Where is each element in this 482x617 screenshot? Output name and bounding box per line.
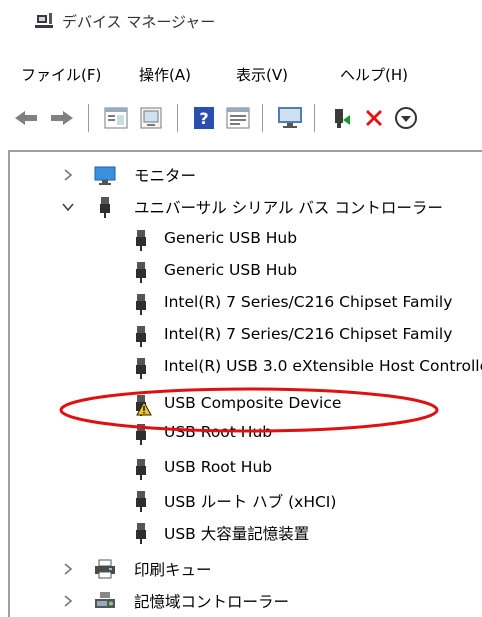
- usb-icon: [136, 294, 146, 315]
- usb-icon: [136, 358, 146, 379]
- menu-view[interactable]: 表示(V): [236, 64, 288, 85]
- usb-icon: [100, 197, 110, 218]
- tree-label: Intel(R) USB 3.0 eXtensible Host Control…: [164, 357, 482, 375]
- tree-item-device[interactable]: Intel(R) 7 Series/C216 Chipset Family: [0, 291, 482, 317]
- tree-label: USB ルート ハブ (xHCI): [164, 493, 337, 511]
- tree-label: 印刷キュー: [134, 561, 212, 579]
- uninstall-icon[interactable]: [360, 104, 388, 132]
- tree-label: USB 大容量記憶装置: [164, 525, 310, 543]
- menu-bar: ファイル(F) 操作(A) 表示(V) ヘルプ(H): [0, 60, 482, 90]
- tree-node-print-queue[interactable]: 印刷キュー: [0, 556, 482, 582]
- down-arrow-icon[interactable]: [392, 104, 420, 132]
- forward-arrow-icon[interactable]: [48, 104, 76, 132]
- tree-label: Generic USB Hub: [164, 261, 298, 279]
- tree-item-device[interactable]: USB Root Hub: [0, 456, 482, 482]
- tree-item-device[interactable]: Intel(R) USB 3.0 eXtensible Host Control…: [0, 355, 482, 381]
- tree-item-device[interactable]: Generic USB Hub: [0, 227, 482, 253]
- highlight-ellipse: [59, 387, 439, 433]
- usb-icon: [136, 523, 146, 544]
- window-title: デバイス マネージャー: [62, 13, 216, 31]
- menu-action[interactable]: 操作(A): [139, 64, 191, 85]
- printer-icon: [95, 559, 115, 579]
- device-manager-icon: [35, 13, 53, 28]
- tree-node-usb-controllers[interactable]: ユニバーサル シリアル バス コントローラー: [0, 194, 482, 220]
- monitor-scan-icon[interactable]: [276, 104, 304, 132]
- view-icon[interactable]: [224, 104, 252, 132]
- enable-device-icon[interactable]: [328, 104, 356, 132]
- menu-file[interactable]: ファイル(F): [21, 64, 101, 85]
- usb-icon: [136, 262, 146, 283]
- chevron-right-icon[interactable]: [59, 591, 77, 611]
- tree-label: USB Root Hub: [164, 458, 273, 476]
- usb-icon: [136, 459, 146, 480]
- menu-help[interactable]: ヘルプ(H): [340, 64, 408, 85]
- update-driver-icon[interactable]: [137, 104, 165, 132]
- tree-item-device[interactable]: USB 大容量記憶装置: [0, 520, 482, 546]
- tree-node-monitor[interactable]: モニター: [0, 162, 482, 188]
- chevron-right-icon[interactable]: [59, 165, 77, 185]
- tree-label: モニター: [134, 167, 197, 185]
- help-icon[interactable]: ?: [190, 104, 218, 132]
- usb-icon: [136, 230, 146, 251]
- tree-label: ユニバーサル シリアル バス コントローラー: [134, 199, 443, 217]
- tree-label: Generic USB Hub: [164, 229, 298, 247]
- tree-label: 記憶域コントローラー: [134, 593, 290, 611]
- storage-controller-icon: [95, 592, 115, 608]
- tree-item-device[interactable]: Generic USB Hub: [0, 259, 482, 285]
- tree-label: Intel(R) 7 Series/C216 Chipset Family: [164, 325, 453, 343]
- usb-icon: [136, 326, 146, 347]
- svg-text:?: ?: [199, 109, 208, 128]
- title-bar: デバイス マネージャー: [0, 0, 482, 44]
- properties-icon[interactable]: [102, 104, 130, 132]
- tree-node-storage-controllers[interactable]: 記憶域コントローラー: [0, 588, 482, 614]
- device-tree: [8, 150, 482, 617]
- toolbar: ?: [0, 96, 482, 142]
- tree-item-device[interactable]: USB ルート ハブ (xHCI): [0, 488, 482, 514]
- monitor-icon: [94, 166, 116, 185]
- chevron-right-icon[interactable]: [59, 559, 77, 579]
- usb-icon: [136, 491, 146, 512]
- tree-label: Intel(R) 7 Series/C216 Chipset Family: [164, 293, 453, 311]
- back-arrow-icon[interactable]: [12, 104, 40, 132]
- tree-item-device[interactable]: Intel(R) 7 Series/C216 Chipset Family: [0, 323, 482, 349]
- chevron-down-icon[interactable]: [59, 197, 77, 217]
